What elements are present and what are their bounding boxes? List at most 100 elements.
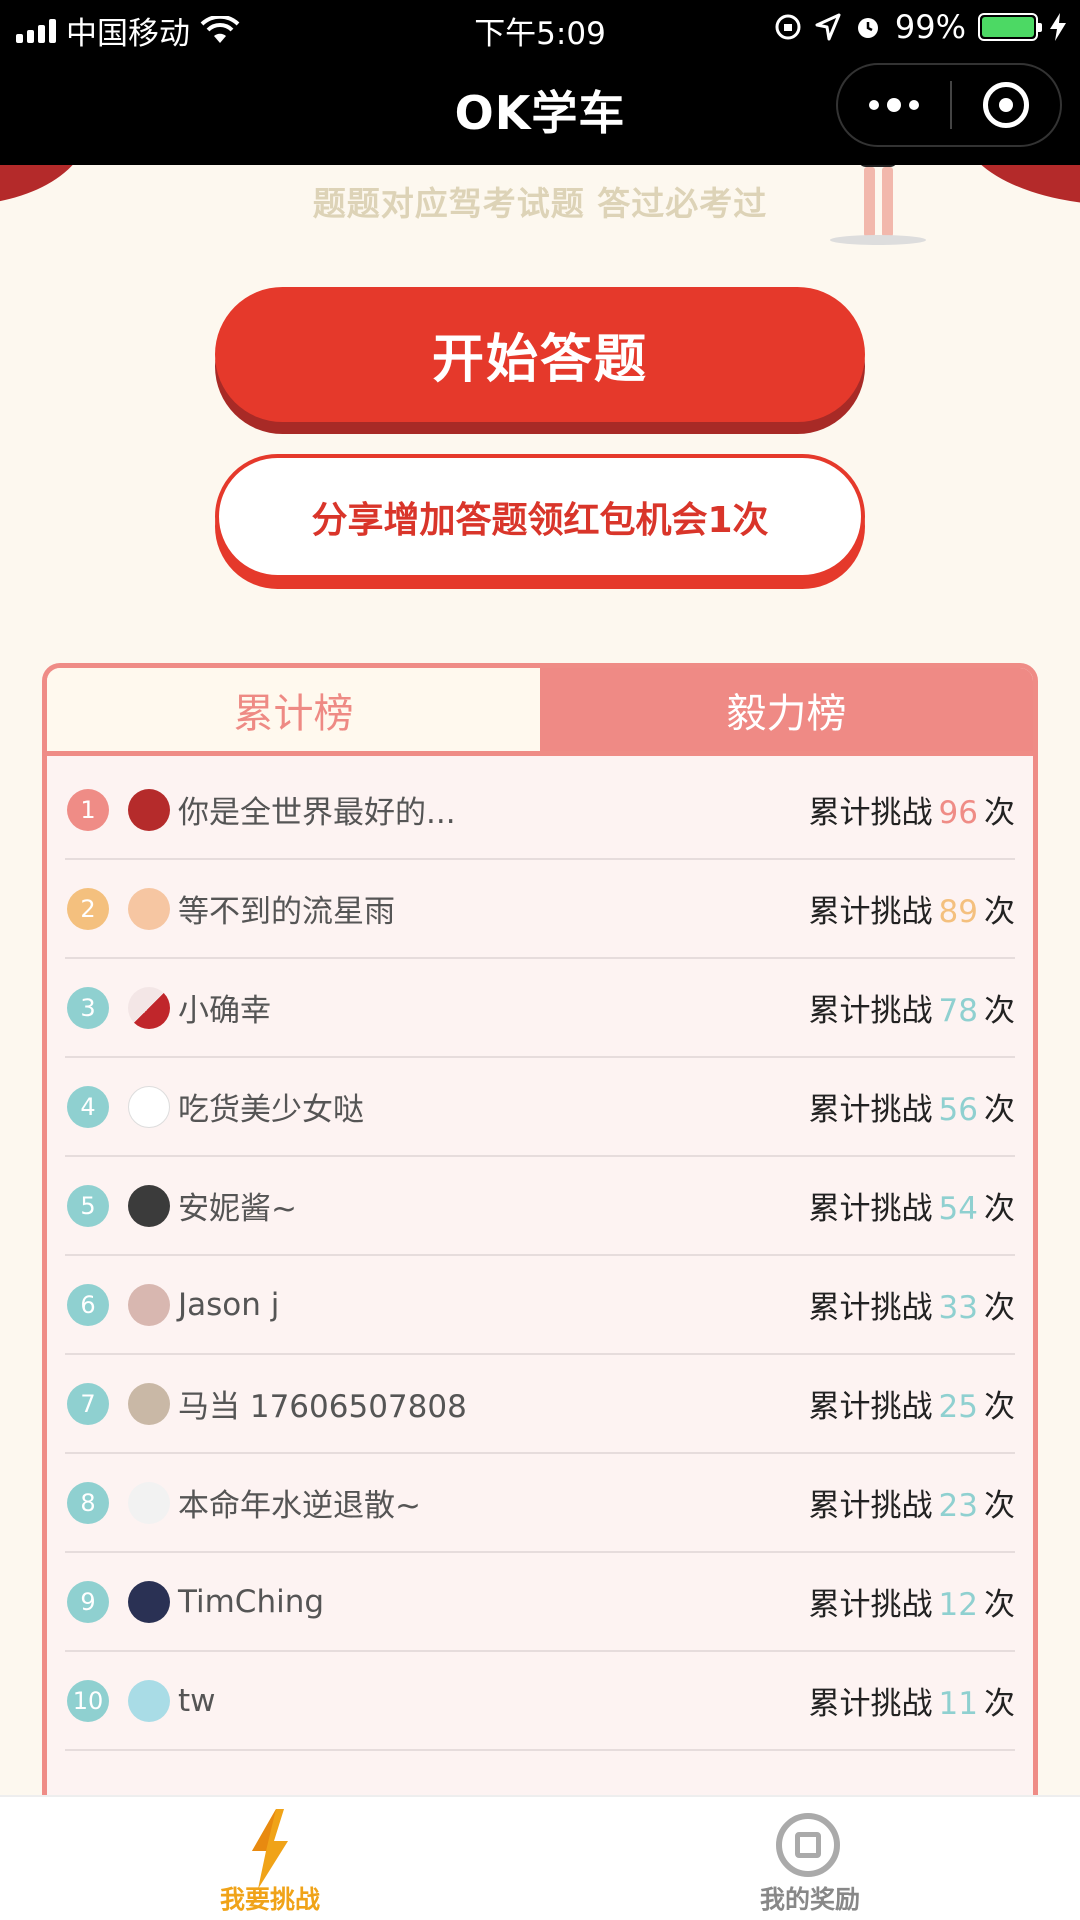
avatar bbox=[128, 986, 170, 1029]
user-name: 吃货美少女哒 bbox=[178, 1092, 364, 1128]
user-name: tw bbox=[178, 1682, 216, 1719]
list-item: 7 马当 17606507808 累计挑战 25 次 bbox=[65, 1355, 1015, 1454]
close-miniprogram-button[interactable] bbox=[952, 65, 1060, 145]
avatar bbox=[128, 1580, 170, 1623]
count-value: 96 bbox=[938, 795, 978, 831]
user-name: 小确幸 bbox=[178, 993, 271, 1029]
rank-badge: 9 bbox=[67, 1580, 109, 1623]
rank-badge: 5 bbox=[67, 1184, 109, 1227]
tabbar-item-challenge[interactable]: 我要挑战 bbox=[0, 1797, 540, 1920]
stat-unit: 次 bbox=[984, 1092, 1015, 1128]
nav-bar: OK学车 bbox=[0, 55, 1080, 165]
rank-badge: 1 bbox=[67, 788, 109, 831]
list-item: 10 tw 累计挑战 11 次 bbox=[65, 1652, 1015, 1751]
girl-illustration bbox=[830, 165, 930, 257]
bottom-tabbar: 我要挑战 我的奖励 bbox=[0, 1795, 1080, 1920]
stat-unit: 次 bbox=[984, 795, 1015, 831]
close-circle-icon bbox=[983, 82, 1029, 128]
avatar bbox=[128, 1481, 170, 1524]
stat-prefix: 累计挑战 bbox=[808, 1389, 933, 1425]
battery-icon bbox=[978, 13, 1042, 41]
count-value: 12 bbox=[938, 1587, 978, 1623]
rank-badge: 7 bbox=[67, 1382, 109, 1425]
challenge-count: 累计挑战 96 次 bbox=[809, 787, 1015, 832]
tabbar-label-challenge: 我要挑战 bbox=[219, 1885, 320, 1914]
avatar bbox=[128, 1283, 170, 1326]
list-item: 5 安妮酱~ 累计挑战 54 次 bbox=[65, 1157, 1015, 1256]
count-value: 89 bbox=[938, 894, 978, 930]
rank-badge: 3 bbox=[67, 986, 109, 1029]
ranking-list: 1 你是全世界最好的... 累计挑战 96 次 2 等不到的流星雨 累计挑战 89 次 3 小确幸 累计… bbox=[65, 761, 1015, 1751]
location-icon bbox=[815, 13, 841, 41]
alarm-icon bbox=[857, 18, 878, 38]
challenge-count: 累计挑战 78 次 bbox=[809, 985, 1015, 1030]
more-menu-icon[interactable] bbox=[838, 65, 950, 145]
status-bar: 中国移动 下午5:09 99% bbox=[0, 0, 1080, 55]
start-quiz-button[interactable]: 开始答题 bbox=[215, 287, 865, 422]
stat-unit: 次 bbox=[984, 1686, 1015, 1722]
user-name: 你是全世界最好的... bbox=[178, 795, 456, 831]
avatar bbox=[128, 1679, 170, 1722]
stat-prefix: 累计挑战 bbox=[808, 1290, 933, 1326]
stat-prefix: 累计挑战 bbox=[808, 1686, 933, 1722]
avatar bbox=[128, 1085, 170, 1128]
user-name: Jason j bbox=[178, 1286, 280, 1323]
stat-unit: 次 bbox=[984, 1488, 1015, 1524]
rank-badge: 6 bbox=[67, 1283, 109, 1326]
list-item: 8 本命年水逆退散~ 累计挑战 23 次 bbox=[65, 1454, 1015, 1553]
challenge-count: 累计挑战 56 次 bbox=[809, 1084, 1015, 1129]
rank-badge: 10 bbox=[67, 1679, 109, 1722]
rank-badge: 4 bbox=[67, 1085, 109, 1128]
count-value: 33 bbox=[938, 1290, 978, 1326]
avatar bbox=[128, 788, 170, 831]
count-value: 23 bbox=[938, 1488, 978, 1524]
user-name: TimChing bbox=[178, 1583, 325, 1620]
stat-unit: 次 bbox=[984, 993, 1015, 1029]
list-item: 3 小确幸 累计挑战 78 次 bbox=[65, 959, 1015, 1058]
stat-prefix: 累计挑战 bbox=[808, 1191, 933, 1227]
miniprogram-capsule bbox=[836, 63, 1062, 147]
stat-unit: 次 bbox=[984, 1389, 1015, 1425]
challenge-count: 累计挑战 11 次 bbox=[809, 1678, 1015, 1723]
stat-prefix: 累计挑战 bbox=[808, 1488, 933, 1524]
award-icon bbox=[776, 1813, 840, 1877]
list-item: 6 Jason j 累计挑战 33 次 bbox=[65, 1256, 1015, 1355]
stat-unit: 次 bbox=[984, 1191, 1015, 1227]
stat-prefix: 累计挑战 bbox=[808, 795, 933, 831]
challenge-count: 累计挑战 12 次 bbox=[809, 1579, 1015, 1624]
list-item: 4 吃货美少女哒 累计挑战 56 次 bbox=[65, 1058, 1015, 1157]
avatar bbox=[128, 1382, 170, 1425]
user-name: 本命年水逆退散~ bbox=[178, 1488, 421, 1524]
tabbar-item-rewards[interactable]: 我的奖励 bbox=[540, 1797, 1080, 1920]
stat-prefix: 累计挑战 bbox=[808, 1587, 933, 1623]
tab-cumulative[interactable]: 累计榜 bbox=[47, 668, 540, 751]
list-item: 2 等不到的流星雨 累计挑战 89 次 bbox=[65, 860, 1015, 959]
tabbar-label-rewards: 我的奖励 bbox=[759, 1885, 860, 1914]
battery-percent: 99% bbox=[894, 8, 966, 46]
stat-unit: 次 bbox=[984, 1587, 1015, 1623]
rank-badge: 8 bbox=[67, 1481, 109, 1524]
rotation-lock-icon bbox=[775, 14, 801, 40]
challenge-count: 累计挑战 54 次 bbox=[809, 1183, 1015, 1228]
list-item: 1 你是全世界最好的... 累计挑战 96 次 bbox=[65, 761, 1015, 860]
charging-icon bbox=[1050, 13, 1066, 41]
banner: 题题对应驾考试题 答过必考过 bbox=[0, 165, 1080, 270]
leaderboard-tabs: 累计榜 毅力榜 bbox=[47, 668, 1033, 756]
avatar bbox=[128, 887, 170, 930]
user-name: 马当 17606507808 bbox=[178, 1389, 467, 1425]
count-value: 78 bbox=[938, 993, 978, 1029]
stat-unit: 次 bbox=[984, 894, 1015, 930]
challenge-count: 累计挑战 23 次 bbox=[809, 1480, 1015, 1525]
tab-perseverance[interactable]: 毅力榜 bbox=[540, 668, 1033, 751]
share-button[interactable]: 分享增加答题领红包机会1次 bbox=[215, 454, 865, 579]
avatar bbox=[128, 1184, 170, 1227]
list-item: 9 TimChing 累计挑战 12 次 bbox=[65, 1553, 1015, 1652]
status-right: 99% bbox=[773, 8, 1066, 46]
challenge-count: 累计挑战 25 次 bbox=[809, 1381, 1015, 1426]
stat-unit: 次 bbox=[984, 1290, 1015, 1326]
user-name: 安妮酱~ bbox=[178, 1191, 297, 1227]
stat-prefix: 累计挑战 bbox=[808, 1092, 933, 1128]
challenge-count: 累计挑战 33 次 bbox=[809, 1282, 1015, 1327]
count-value: 54 bbox=[938, 1191, 978, 1227]
stat-prefix: 累计挑战 bbox=[808, 993, 933, 1029]
